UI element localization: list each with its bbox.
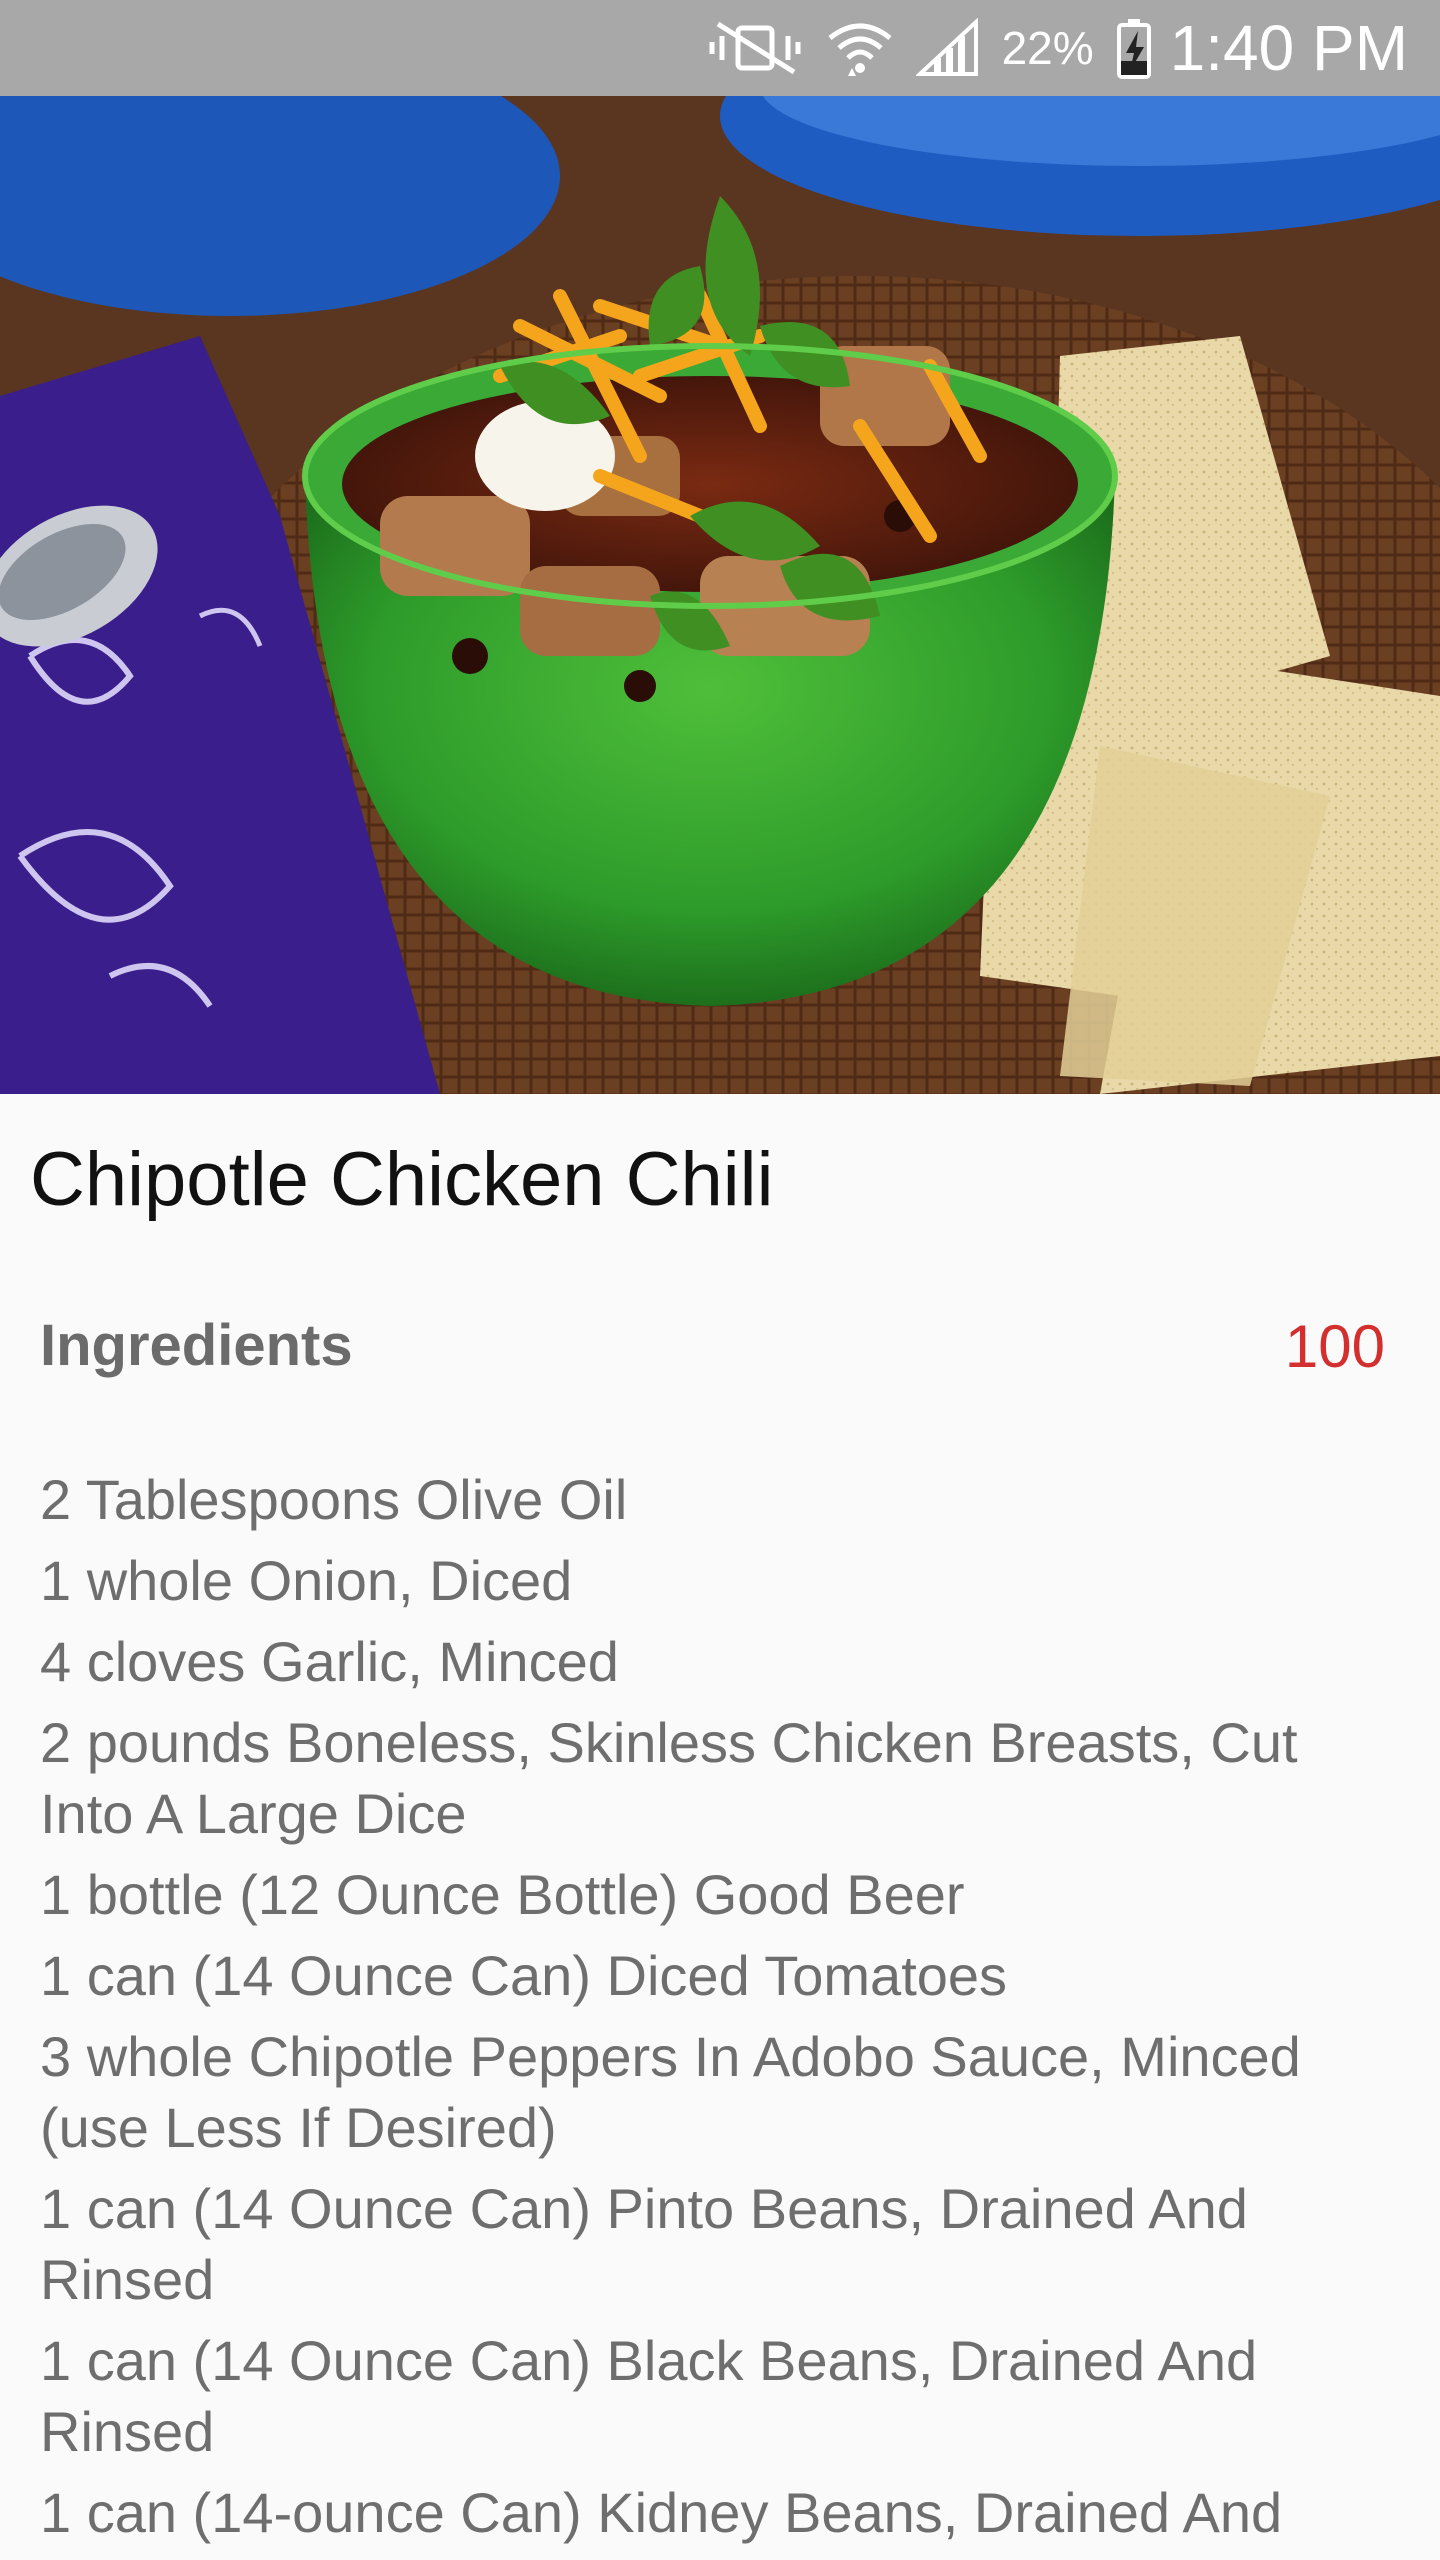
signal-icon — [915, 18, 980, 78]
ingredient-item: 2 pounds Boneless, Skinless Chicken Brea… — [40, 1711, 1298, 1845]
ingredient-list: 2 Tablespoons Olive Oil 1 whole Onion, D… — [40, 1464, 1400, 2558]
wifi-icon — [826, 18, 894, 78]
battery-charging-icon — [1116, 17, 1152, 79]
ingredient-item: 2 Tablespoons Olive Oil — [40, 1468, 628, 1531]
ingredient-item: 1 can (14-ounce Can) Kidney Beans, Drain… — [40, 2481, 1283, 2544]
ingredients-heading: Ingredients — [40, 1313, 353, 1378]
ingredient-item: 1 can (14 Ounce Can) Black Beans, Draine… — [40, 2329, 1258, 2463]
battery-percent: 22% — [1001, 22, 1094, 74]
mute-vibrate-icon — [708, 20, 804, 76]
ingredients-count: 100 — [1284, 1313, 1385, 1380]
ingredient-item: 1 whole Onion, Diced — [40, 1549, 573, 1612]
recipe-title: Chipotle Chicken Chili — [30, 1137, 774, 1222]
ingredient-item: 1 can (14 Ounce Can) Pinto Beans, Draine… — [40, 2177, 1248, 2311]
recipe-hero-image — [0, 96, 1440, 1094]
ingredient-item: 4 cloves Garlic, Minced — [40, 1630, 619, 1693]
clock-time: 1:40 PM — [1169, 12, 1408, 84]
ingredient-item: 3 whole Chipotle Peppers In Adobo Sauce,… — [40, 2025, 1301, 2159]
ingredient-item: 1 bottle (12 Ounce Bottle) Good Beer — [40, 1863, 965, 1926]
ingredient-item: 1 can (14 Ounce Can) Diced Tomatoes — [40, 1944, 1008, 2007]
recipe-content: Chipotle Chicken Chili Ingredients 100 2… — [0, 1094, 1440, 2560]
status-bar: 22% 1:40 PM — [0, 0, 1440, 96]
